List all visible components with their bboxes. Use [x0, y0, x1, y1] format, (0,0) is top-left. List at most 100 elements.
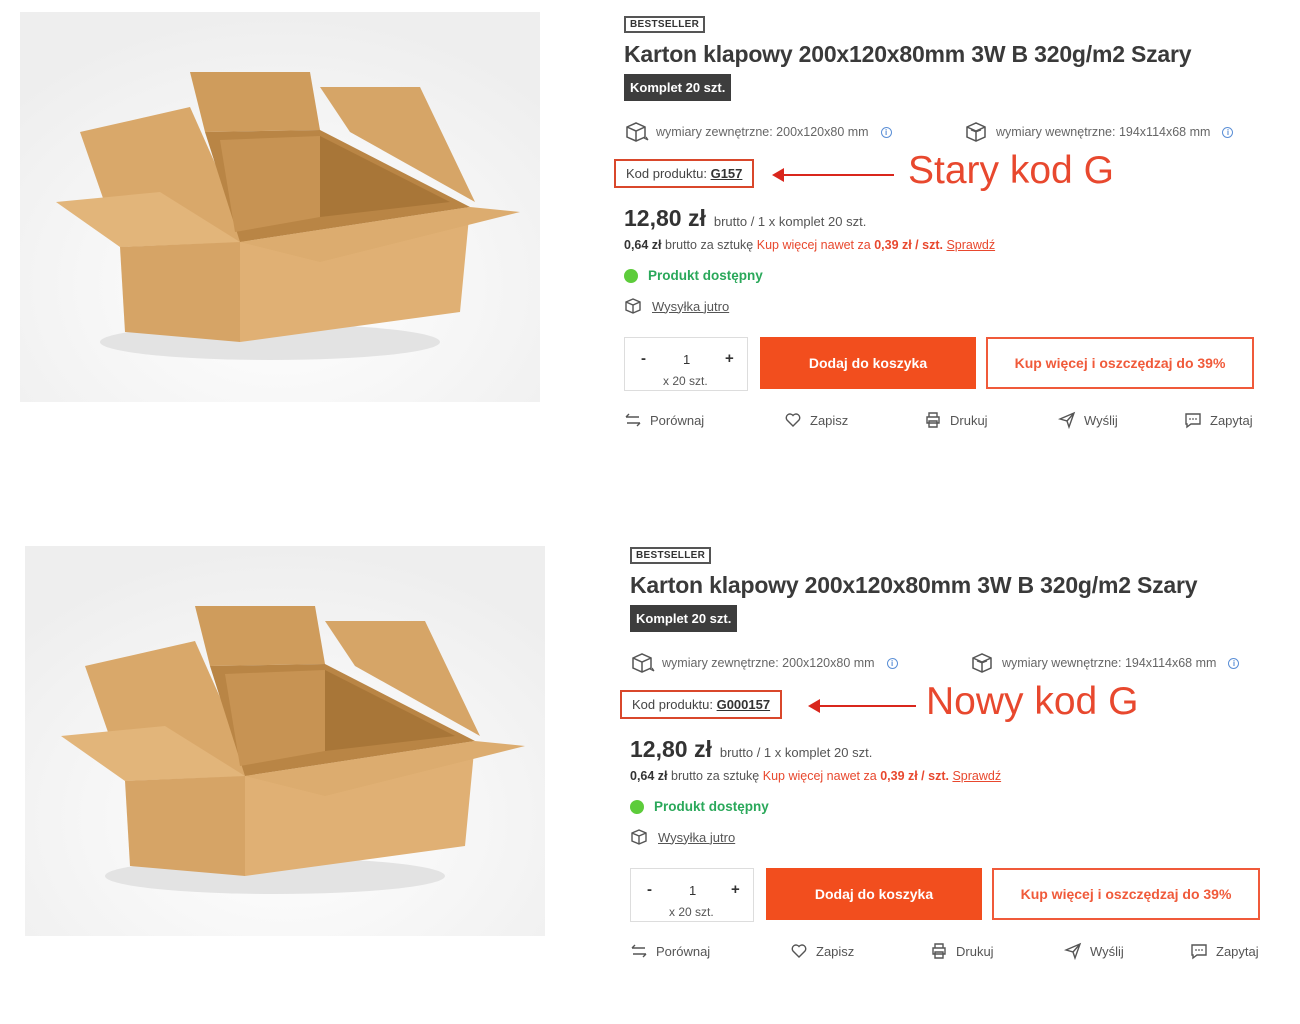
quantity-plus-button[interactable]: +	[731, 881, 740, 898]
send-action[interactable]: Wyślij	[1058, 411, 1118, 429]
product-info: BESTSELLER Karton klapowy 200x120x80mm 3…	[620, 545, 1290, 964]
product-code-value[interactable]: G157	[711, 166, 743, 181]
send-icon	[1058, 411, 1076, 429]
product-code-label: Kod produktu:	[626, 166, 707, 181]
unit-price: 0,64 zł	[630, 769, 668, 783]
annotation-arrow-icon	[772, 168, 894, 182]
chat-icon	[1191, 944, 1207, 960]
box-outer-icon	[626, 122, 649, 142]
send-action[interactable]: Wyślij	[1064, 942, 1124, 960]
info-icon[interactable]: i	[1222, 126, 1234, 138]
compare-action[interactable]: Porównaj	[624, 411, 704, 429]
product-actions: Porównaj Zapisz Drukuj Wyślij Zapytaj	[624, 411, 1284, 433]
quantity-input[interactable]: 1	[689, 883, 696, 898]
box-inner-icon	[972, 653, 992, 673]
print-label: Drukuj	[956, 943, 994, 959]
outer-dimensions: wymiary zewnętrzne: 200x120x80 mm i	[630, 652, 898, 674]
quantity-minus-button[interactable]: -	[641, 350, 646, 367]
promo-text: Kup więcej nawet za	[762, 769, 877, 783]
dimensions-row: wymiary zewnętrzne: 200x120x80 mm i wymi…	[624, 121, 1284, 145]
outer-dimensions: wymiary zewnętrzne: 200x120x80 mm i	[624, 121, 892, 143]
ask-action[interactable]: Zapytaj	[1184, 411, 1253, 429]
check-link[interactable]: Sprawdź	[952, 769, 1001, 783]
save-action[interactable]: Zapisz	[790, 942, 854, 960]
compare-label: Porównaj	[656, 943, 711, 959]
product-info: BESTSELLER Karton klapowy 200x120x80mm 3…	[614, 14, 1284, 433]
product-code-row: Kod produktu: G000157 Nowy kod G	[620, 680, 1290, 723]
shipping-text: Wysyłka jutro	[658, 829, 736, 845]
compare-arrows-icon	[625, 413, 641, 427]
info-icon[interactable]: i	[1228, 657, 1240, 669]
unit-price-text: brutto za sztukę	[671, 769, 760, 783]
annotation-arrow-icon	[808, 699, 916, 713]
product-code-value[interactable]: G000157	[717, 697, 771, 712]
product-panel-new-code: BESTSELLER Karton klapowy 200x120x80mm 3…	[0, 530, 1300, 1024]
inner-dimensions-text: wymiary wewnętrzne: 194x114x68 mm	[996, 125, 1211, 139]
price-row: 12,80 zł brutto / 1 x komplet 20 szt.	[630, 736, 1290, 763]
quantity-input[interactable]: 1	[683, 352, 690, 367]
info-icon[interactable]: i	[880, 126, 892, 138]
unit-price: 0,64 zł	[624, 238, 662, 252]
compare-arrows-icon	[631, 944, 647, 958]
annotation-text: Nowy kod G	[926, 680, 1139, 723]
print-action[interactable]: Drukuj	[930, 942, 994, 960]
bestseller-badge: BESTSELLER	[630, 547, 712, 564]
product-image[interactable]	[20, 12, 540, 402]
compare-action[interactable]: Porównaj	[630, 942, 710, 960]
product-code-box: Kod produktu: G000157	[620, 690, 783, 719]
price: 12,80 zł	[630, 736, 712, 762]
add-to-cart-button[interactable]: Dodaj do koszyka	[766, 868, 982, 920]
quantity-minus-button[interactable]: -	[647, 881, 652, 898]
shipping-text: Wysyłka jutro	[652, 298, 730, 314]
ask-label: Zapytaj	[1216, 943, 1259, 959]
heart-icon	[785, 413, 801, 427]
quantity-stepper: - 1 + x 20 szt.	[630, 868, 754, 922]
unit-price-row: 0,64 zł brutto za sztukę Kup więcej nawe…	[624, 238, 1284, 252]
price: 12,80 zł	[624, 205, 706, 231]
printer-icon	[932, 943, 946, 959]
send-label: Wyślij	[1084, 412, 1118, 428]
availability-text: Produkt dostępny	[654, 799, 769, 814]
inner-dimensions: wymiary wewnętrzne: 194x114x68 mm i	[964, 121, 1234, 143]
shipping-info[interactable]: Wysyłka jutro	[630, 828, 1290, 846]
send-icon	[1064, 942, 1082, 960]
heart-icon	[791, 944, 807, 958]
box-outer-icon	[632, 653, 655, 673]
availability-text: Produkt dostępny	[648, 268, 763, 283]
check-link[interactable]: Sprawdź	[946, 238, 995, 252]
quantity-plus-button[interactable]: +	[725, 350, 734, 367]
availability: Produkt dostępny	[624, 268, 1284, 283]
box-inner-icon	[966, 122, 986, 142]
ask-label: Zapytaj	[1210, 412, 1253, 428]
price-note: brutto / 1 x komplet 20 szt.	[713, 214, 867, 229]
available-dot-icon	[624, 268, 638, 283]
annotation-text: Stary kod G	[908, 149, 1114, 192]
print-label: Drukuj	[950, 412, 988, 428]
product-code-label: Kod produktu:	[632, 697, 713, 712]
ask-action[interactable]: Zapytaj	[1190, 942, 1259, 960]
package-icon	[631, 829, 647, 845]
buy-more-button[interactable]: Kup więcej i oszczędzaj do 39%	[986, 337, 1254, 389]
print-action[interactable]: Drukuj	[924, 411, 988, 429]
quantity-stepper: - 1 + x 20 szt.	[624, 337, 748, 391]
product-actions: Porównaj Zapisz Drukuj Wyślij Zapytaj	[630, 942, 1290, 964]
info-icon[interactable]: i	[886, 657, 898, 669]
buy-row: - 1 + x 20 szt. Dodaj do koszyka Kup wię…	[624, 337, 1284, 393]
available-dot-icon	[630, 799, 644, 814]
product-title: Karton klapowy 200x120x80mm 3W B 320g/m2…	[624, 41, 1192, 67]
inner-dimensions: wymiary wewnętrzne: 194x114x68 mm i	[970, 652, 1240, 674]
quantity-unit: x 20 szt.	[661, 374, 710, 388]
product-panel-old-code: BESTSELLER Karton klapowy 200x120x80mm 3…	[0, 0, 1300, 520]
save-action[interactable]: Zapisz	[784, 411, 848, 429]
quantity-unit: x 20 szt.	[667, 905, 716, 919]
price-note: brutto / 1 x komplet 20 szt.	[719, 745, 873, 760]
shipping-info[interactable]: Wysyłka jutro	[624, 297, 1284, 315]
outer-dimensions-text: wymiary zewnętrzne: 200x120x80 mm	[662, 656, 875, 670]
product-image[interactable]	[25, 546, 545, 936]
buy-row: - 1 + x 20 szt. Dodaj do koszyka Kup wię…	[630, 868, 1290, 924]
add-to-cart-button[interactable]: Dodaj do koszyka	[760, 337, 976, 389]
package-icon	[625, 298, 641, 314]
set-badge: Komplet 20 szt.	[630, 605, 738, 632]
promo-text: Kup więcej nawet za	[756, 238, 871, 252]
buy-more-button[interactable]: Kup więcej i oszczędzaj do 39%	[992, 868, 1260, 920]
